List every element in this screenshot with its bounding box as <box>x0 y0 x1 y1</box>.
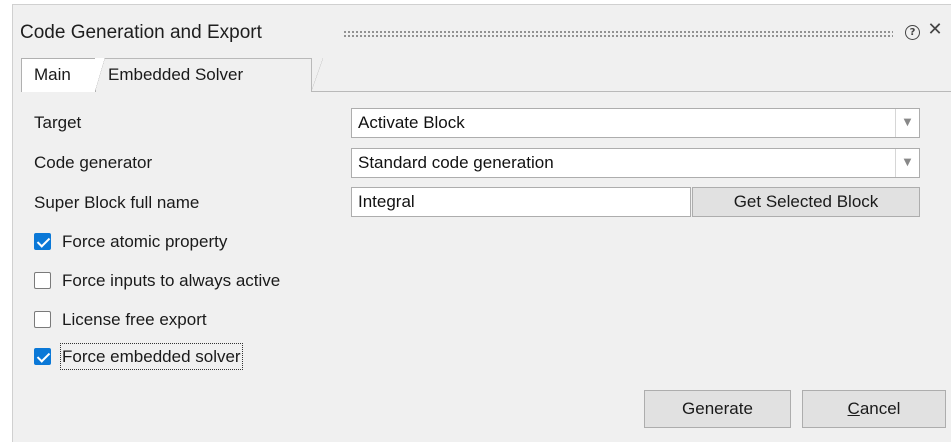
license-free-label: License free export <box>62 310 207 329</box>
drag-grip[interactable] <box>343 30 893 38</box>
force-atomic-label: Force atomic property <box>62 232 228 251</box>
force-atomic-checkbox[interactable] <box>34 233 51 250</box>
cancel-mnemonic: C <box>847 399 860 418</box>
force-inputs-label: Force inputs to always active <box>62 271 281 290</box>
generate-button[interactable]: Generate <box>644 390 791 428</box>
target-label: Target <box>34 113 82 132</box>
force-embedded-solver-label: Force embedded solver <box>60 343 243 370</box>
target-select[interactable]: Activate Block ▼ <box>351 108 920 138</box>
code-generator-value: Standard code generation <box>358 153 554 172</box>
code-generator-select[interactable]: Standard code generation ▼ <box>351 148 920 178</box>
force-embedded-solver-checkbox[interactable] <box>34 348 51 365</box>
super-block-input[interactable]: Integral <box>351 187 691 217</box>
super-block-label: Super Block full name <box>34 193 200 212</box>
get-selected-block-button[interactable]: Get Selected Block <box>692 187 920 217</box>
force-inputs-checkbox[interactable] <box>34 272 51 289</box>
close-icon[interactable]: ✕ <box>926 20 944 40</box>
tab-main[interactable]: Main <box>21 58 105 92</box>
tab-embedded-solver[interactable]: Embedded Solver <box>96 58 323 92</box>
dialog-title: Code Generation and Export <box>20 22 262 43</box>
target-value: Activate Block <box>358 113 465 132</box>
chevron-down-icon[interactable]: ▼ <box>895 109 919 137</box>
help-icon[interactable]: ? <box>905 25 920 40</box>
cancel-label-rest: ancel <box>859 399 901 418</box>
chevron-down-icon[interactable]: ▼ <box>895 149 919 177</box>
cancel-button[interactable]: Cancel <box>802 390 946 428</box>
license-free-checkbox[interactable] <box>34 311 51 328</box>
code-generator-label: Code generator <box>34 153 153 172</box>
